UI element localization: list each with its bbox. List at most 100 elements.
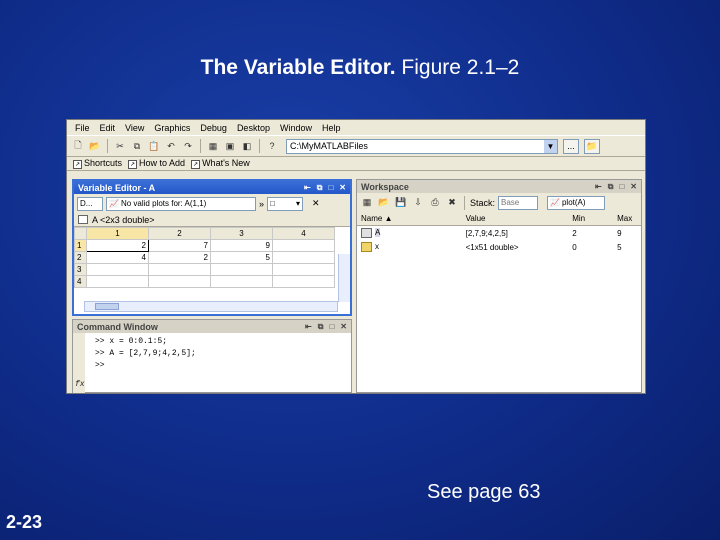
grid-cell[interactable]: 2	[86, 239, 149, 252]
scrollbar-thumb[interactable]	[95, 303, 119, 310]
menu-graphics[interactable]: Graphics	[154, 123, 190, 133]
variable-label-bar: A <2x3 double>	[74, 213, 350, 227]
variable-editor-titlebar[interactable]: Variable Editor - A ⇤ ⧉ □ ✕	[74, 181, 350, 194]
maximize-icon[interactable]: □	[329, 322, 334, 332]
dock-icon[interactable]: ⇤	[305, 322, 312, 332]
workspace-titlebar[interactable]: Workspace ⇤ ⧉ □ ✕	[357, 180, 641, 193]
new-file-icon[interactable]: 🗋	[71, 139, 85, 153]
open-icon[interactable]: 📂	[88, 139, 102, 153]
grid-cell[interactable]	[210, 263, 273, 276]
open-variable-icon[interactable]: 📂	[377, 196, 391, 210]
grid-cell[interactable]: 9	[210, 239, 273, 252]
grid-cell[interactable]	[272, 251, 335, 264]
grid-cell[interactable]	[210, 275, 273, 288]
column-header[interactable]: 2	[148, 227, 211, 240]
menu-window[interactable]: Window	[280, 123, 312, 133]
column-header-name[interactable]: Name ▲	[357, 214, 462, 223]
browse-button[interactable]: ...	[563, 138, 579, 154]
folder-up-icon[interactable]: 📁	[584, 138, 600, 154]
plot-select[interactable]: 📈 No valid plots for: A(1,1)	[106, 196, 256, 211]
grid-cell[interactable]	[148, 275, 211, 288]
dock-icon[interactable]: ⇤	[595, 182, 602, 192]
save-icon[interactable]: 💾	[394, 196, 408, 210]
horizontal-scrollbar[interactable]	[84, 301, 338, 312]
grid-cell[interactable]	[272, 263, 335, 276]
maximize-icon[interactable]: □	[328, 183, 333, 193]
close-icon[interactable]: ✕	[312, 198, 320, 209]
command-line: >> x = 0:0.1:5;	[95, 337, 168, 346]
vertical-scrollbar[interactable]	[338, 254, 350, 302]
close-icon[interactable]: ✕	[340, 322, 347, 332]
grid-cell[interactable]	[86, 263, 149, 276]
column-header[interactable]: 1	[86, 227, 149, 240]
print-icon[interactable]: ⎙	[428, 196, 442, 210]
window-select[interactable]: □ ▾	[267, 196, 304, 211]
format-select[interactable]: D...	[77, 196, 103, 211]
chevron-down-icon[interactable]: ▼	[544, 139, 557, 153]
grid-cell[interactable]	[148, 263, 211, 276]
more-button[interactable]: »	[259, 199, 264, 209]
command-window-panel: Command Window ⇤ ⧉ □ ✕ >> x = 0:0.1:5; >…	[72, 319, 352, 393]
help-icon[interactable]: ?	[265, 139, 279, 153]
menu-edit[interactable]: Edit	[100, 123, 116, 133]
row-header[interactable]: 2	[74, 251, 87, 264]
command-prompt[interactable]: >>	[95, 360, 351, 372]
grid-cell[interactable]	[272, 239, 335, 252]
matrix-icon	[361, 228, 372, 238]
undock-icon[interactable]: ⧉	[318, 322, 324, 332]
table-row: 2 4 2 5	[74, 251, 335, 264]
column-header-min[interactable]: Min	[568, 214, 613, 223]
undock-icon[interactable]: ⧉	[317, 183, 323, 193]
menu-desktop[interactable]: Desktop	[237, 123, 270, 133]
plot-select[interactable]: 📈 plot(A)	[547, 195, 606, 210]
profiler-icon[interactable]: ◧	[240, 139, 254, 153]
column-header[interactable]: 3	[210, 227, 273, 240]
menu-file[interactable]: File	[75, 123, 90, 133]
menu-view[interactable]: View	[125, 123, 144, 133]
cut-icon[interactable]: ✂	[113, 139, 127, 153]
close-icon[interactable]: ✕	[339, 183, 346, 193]
column-header-max[interactable]: Max	[613, 214, 641, 223]
grid-cell[interactable]: 4	[86, 251, 149, 264]
current-directory-field[interactable]: C:\MyMATLABFiles ▼	[286, 138, 558, 154]
table-row[interactable]: x <1x51 double> 0 5	[357, 240, 641, 254]
stack-select[interactable]: Base	[498, 195, 539, 210]
undock-icon[interactable]: ⧉	[608, 182, 614, 192]
guide-icon[interactable]: ▣	[223, 139, 237, 153]
slide-title-rest: Figure 2.1–2	[401, 56, 520, 79]
redo-icon[interactable]: ↷	[181, 139, 195, 153]
table-row[interactable]: A [2,7,9;4,2,5] 2 9	[357, 226, 641, 240]
function-browser-icon[interactable]: fx	[75, 379, 85, 391]
row-header[interactable]: 3	[74, 263, 87, 276]
workspace-title: Workspace	[361, 181, 409, 192]
plot-value: plot(A)	[561, 198, 586, 207]
undo-icon[interactable]: ↶	[164, 139, 178, 153]
menu-debug[interactable]: Debug	[200, 123, 227, 133]
new-variable-icon[interactable]: ▦	[360, 196, 374, 210]
grid-cell[interactable]	[86, 275, 149, 288]
close-icon[interactable]: ✕	[630, 182, 637, 192]
import-icon[interactable]: ⇩	[411, 196, 425, 210]
dock-icon[interactable]: ⇤	[304, 183, 311, 193]
command-window-titlebar[interactable]: Command Window ⇤ ⧉ □ ✕	[73, 320, 351, 333]
grid-cell[interactable]: 2	[148, 251, 211, 264]
window-icon: □	[270, 199, 275, 208]
whats-new-button[interactable]: ↗ What's New	[191, 158, 250, 169]
row-header[interactable]: 1	[74, 239, 87, 252]
grid-cell[interactable]: 7	[148, 239, 211, 252]
grid-cell[interactable]	[272, 275, 335, 288]
copy-icon[interactable]: ⧉	[130, 139, 144, 153]
grid-cell[interactable]: 5	[210, 251, 273, 264]
command-window-body[interactable]: >> x = 0:0.1:5; >> A = [2,7,9;4,2,5]; >>…	[73, 333, 351, 393]
simulink-icon[interactable]: ▦	[206, 139, 220, 153]
paste-icon[interactable]: 📋	[147, 139, 161, 153]
column-header[interactable]: 4	[272, 227, 335, 240]
shortcuts-button[interactable]: ↗ Shortcuts	[73, 158, 122, 169]
maximize-icon[interactable]: □	[619, 182, 624, 192]
how-to-add-button[interactable]: ↗ How to Add	[128, 158, 185, 169]
delete-icon[interactable]: ✖	[445, 196, 459, 210]
variable-name: A	[375, 228, 381, 238]
row-header[interactable]: 4	[74, 275, 87, 288]
menu-help[interactable]: Help	[322, 123, 341, 133]
column-header-value[interactable]: Value	[462, 214, 569, 223]
